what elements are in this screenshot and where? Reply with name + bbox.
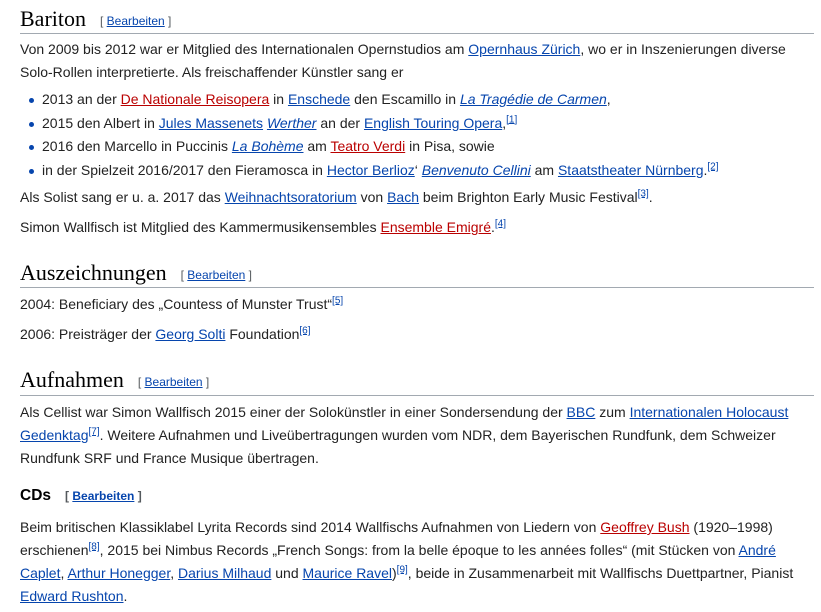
edit-link[interactable]: Bearbeiten: [187, 268, 245, 282]
reference-9[interactable]: [9]: [397, 564, 408, 575]
link-la-boheme[interactable]: La Bohème: [232, 138, 304, 154]
roles-list: 2013 an der De Nationale Reisopera in En…: [20, 88, 810, 183]
edit-section-bariton: [ Bearbeiten ]: [100, 13, 172, 28]
reference-1[interactable]: [1]: [506, 114, 517, 125]
list-item: 2016 den Marcello in Puccinis La Bohème …: [20, 135, 810, 159]
reference-3[interactable]: [3]: [638, 188, 649, 199]
link-staatstheater-nuernberg[interactable]: Staatstheater Nürnberg: [558, 162, 704, 178]
link-darius-milhaud[interactable]: Darius Milhaud: [178, 565, 271, 581]
section-heading-bariton: Bariton[ Bearbeiten ]: [20, 6, 172, 31]
article-content: Bariton[ Bearbeiten ] Von 2009 bis 2012 …: [0, 0, 821, 612]
reference-6[interactable]: [6]: [299, 325, 310, 336]
link-weihnachtsoratorium[interactable]: Weihnachtsoratorium: [225, 189, 357, 205]
link-english-touring-opera[interactable]: English Touring Opera: [364, 115, 502, 131]
link-geoffrey-bush[interactable]: Geoffrey Bush: [600, 519, 689, 535]
edit-section-cds: [ Bearbeiten ]: [65, 489, 142, 503]
heading-rule: [20, 395, 814, 396]
link-bbc[interactable]: BBC: [567, 404, 596, 420]
link-arthur-honegger[interactable]: Arthur Honegger: [67, 565, 170, 581]
link-de-nationale-reisopera[interactable]: De Nationale Reisopera: [121, 91, 270, 107]
reference-8[interactable]: [8]: [89, 541, 100, 552]
section-heading-auszeichnungen: Auszeichnungen[ Bearbeiten ]: [20, 260, 253, 285]
list-item: 2015 den Albert in Jules Massenets Werth…: [20, 112, 810, 136]
heading-rule: [20, 287, 814, 288]
link-opernhaus-zuerich[interactable]: Opernhaus Zürich: [468, 41, 580, 57]
link-benvenuto-cellini[interactable]: Benvenuto Cellini: [422, 162, 531, 178]
section-heading-aufnahmen: Aufnahmen[ Bearbeiten ]: [20, 367, 210, 392]
reference-4[interactable]: [4]: [495, 218, 506, 229]
reference-5[interactable]: [5]: [332, 295, 343, 306]
paragraph-award-2006: 2006: Preisträger der Georg Solti Founda…: [20, 325, 311, 342]
edit-section-auszeichnungen: [ Bearbeiten ]: [180, 267, 253, 282]
section-heading-cds: CDs[ Bearbeiten ]: [20, 487, 142, 505]
link-maurice-ravel[interactable]: Maurice Ravel: [303, 565, 392, 581]
link-enschede[interactable]: Enschede: [288, 91, 350, 107]
reference-7[interactable]: [7]: [89, 426, 100, 437]
edit-link[interactable]: Bearbeiten: [72, 489, 134, 503]
paragraph-award-2004: 2004: Beneficiary des „Countess of Munst…: [20, 295, 344, 312]
link-georg-solti[interactable]: Georg Solti: [155, 326, 225, 342]
link-ensemble-emigre[interactable]: Ensemble Emigré: [380, 219, 491, 235]
reference-2[interactable]: [2]: [707, 161, 718, 172]
link-werther[interactable]: Werther: [267, 115, 317, 131]
paragraph-opernstudio: Von 2009 bis 2012 war er Mitglied des In…: [20, 41, 786, 80]
list-item: 2013 an der De Nationale Reisopera in En…: [20, 88, 810, 112]
link-teatro-verdi[interactable]: Teatro Verdi: [330, 138, 405, 154]
list-item: in der Spielzeit 2016/2017 den Fieramosc…: [20, 159, 810, 183]
link-jules-massenet[interactable]: Jules Massenets: [159, 115, 263, 131]
link-la-tragedie-de-carmen[interactable]: La Tragédie de Carmen: [460, 91, 607, 107]
edit-section-aufnahmen: [ Bearbeiten ]: [137, 374, 210, 389]
paragraph-aufnahmen: Als Cellist war Simon Wallfisch 2015 ein…: [20, 404, 789, 466]
link-hector-berlioz[interactable]: Hector Berlioz: [327, 162, 415, 178]
link-edward-rushton[interactable]: Edward Rushton: [20, 588, 124, 604]
link-bach[interactable]: Bach: [387, 189, 419, 205]
paragraph-ensemble: Simon Wallfisch ist Mitglied des Kammerm…: [20, 218, 506, 235]
heading-rule: [20, 33, 814, 34]
edit-link[interactable]: Bearbeiten: [107, 14, 165, 28]
edit-link[interactable]: Bearbeiten: [145, 375, 203, 389]
paragraph-solist: Als Solist sang er u. a. 2017 das Weihna…: [20, 188, 653, 205]
paragraph-cds: Beim britischen Klassiklabel Lyrita Reco…: [20, 519, 794, 604]
